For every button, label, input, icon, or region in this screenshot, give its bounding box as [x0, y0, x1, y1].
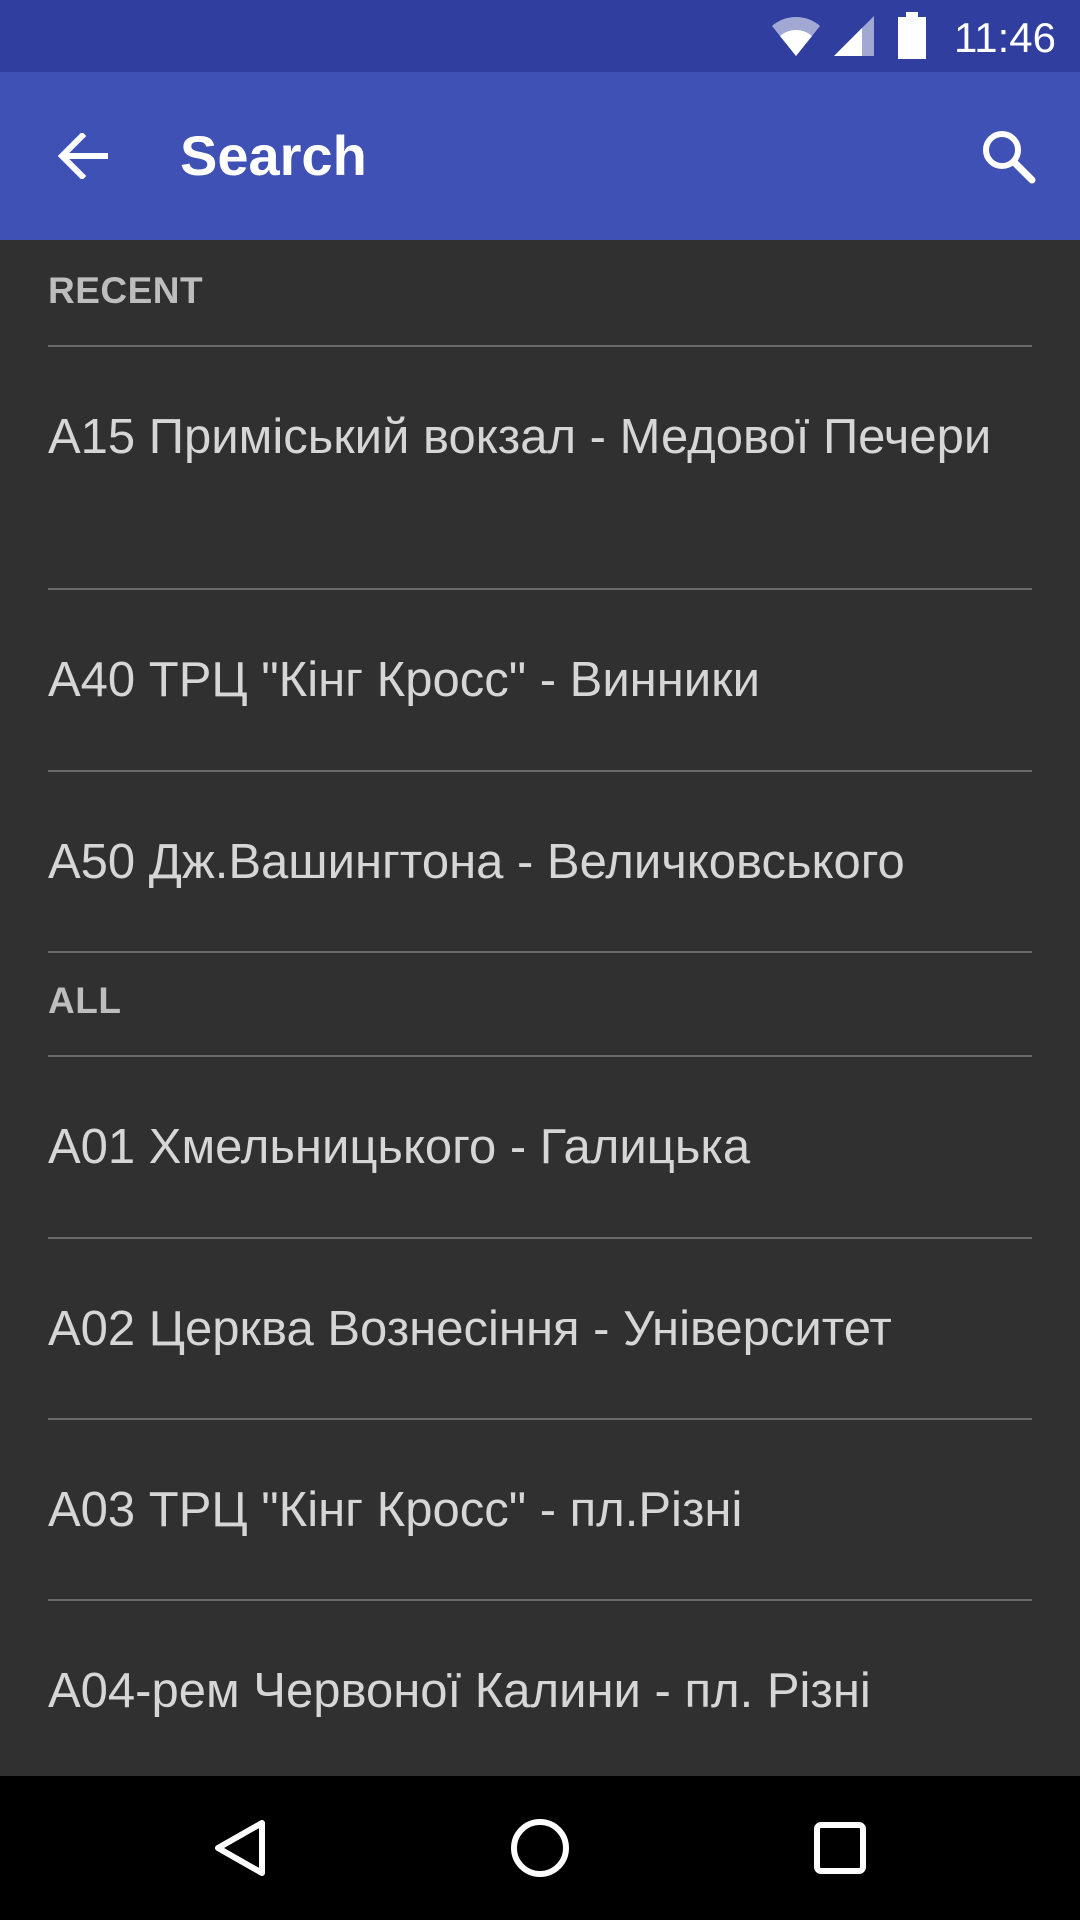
wifi-icon — [772, 17, 820, 56]
route-list[interactable]: RECENT А15 Приміський вокзал - Медової П… — [0, 240, 1080, 1776]
route-label: А02 Церква Вознесіння - Університет — [48, 1302, 892, 1356]
route-item[interactable]: А02 Церква Вознесіння - Університет — [48, 1239, 1032, 1419]
toolbar: Search — [0, 72, 1080, 240]
navigation-bar — [0, 1776, 1080, 1920]
section-header-recent: RECENT — [48, 270, 204, 311]
page-title: Search — [180, 124, 367, 187]
nav-recents-button[interactable] — [780, 1800, 900, 1896]
route-item[interactable]: А03 ТРЦ "Кінг Кросс" - пл.Різні — [48, 1420, 1032, 1600]
route-label: А50 Дж.Вашингтона - Величковського — [48, 835, 905, 889]
back-button[interactable] — [36, 108, 132, 204]
battery-icon — [898, 12, 926, 59]
route-label: А15 Приміський вокзал - Медової Печери — [48, 410, 992, 464]
route-label: А03 ТРЦ "Кінг Кросс" - пл.Різні — [48, 1483, 743, 1537]
divider — [48, 951, 1032, 953]
route-label: А40 ТРЦ "Кінг Кросс" - Винники — [48, 653, 760, 707]
recent-route-item[interactable]: А50 Дж.Вашингтона - Величковського — [48, 772, 1032, 952]
cell-signal-icon — [834, 16, 874, 56]
nav-home-button[interactable] — [480, 1800, 600, 1896]
status-bar: 11:46 — [0, 0, 1080, 72]
recents-square-icon — [814, 1822, 866, 1874]
nav-back-button[interactable] — [180, 1800, 300, 1896]
route-label: А04-рем Червоної Калини - пл. Різні — [48, 1664, 871, 1718]
route-item[interactable]: А01 Хмельницького - Галицька — [48, 1057, 1032, 1237]
route-item[interactable]: А04-рем Червоної Калини - пл. Різні — [48, 1601, 1032, 1776]
section-header-all: ALL — [48, 980, 122, 1021]
search-button[interactable] — [960, 108, 1056, 204]
back-triangle-icon — [215, 1820, 265, 1876]
recent-route-item[interactable]: А15 Приміський вокзал - Медової Печери — [48, 347, 1032, 527]
status-time: 11:46 — [954, 14, 1056, 61]
home-circle-icon — [511, 1819, 569, 1877]
recent-route-item[interactable]: А40 ТРЦ "Кінг Кросс" - Винники — [48, 590, 1032, 770]
search-icon — [983, 131, 1036, 184]
arrow-back-icon — [58, 133, 108, 179]
route-label: А01 Хмельницького - Галицька — [48, 1120, 751, 1174]
